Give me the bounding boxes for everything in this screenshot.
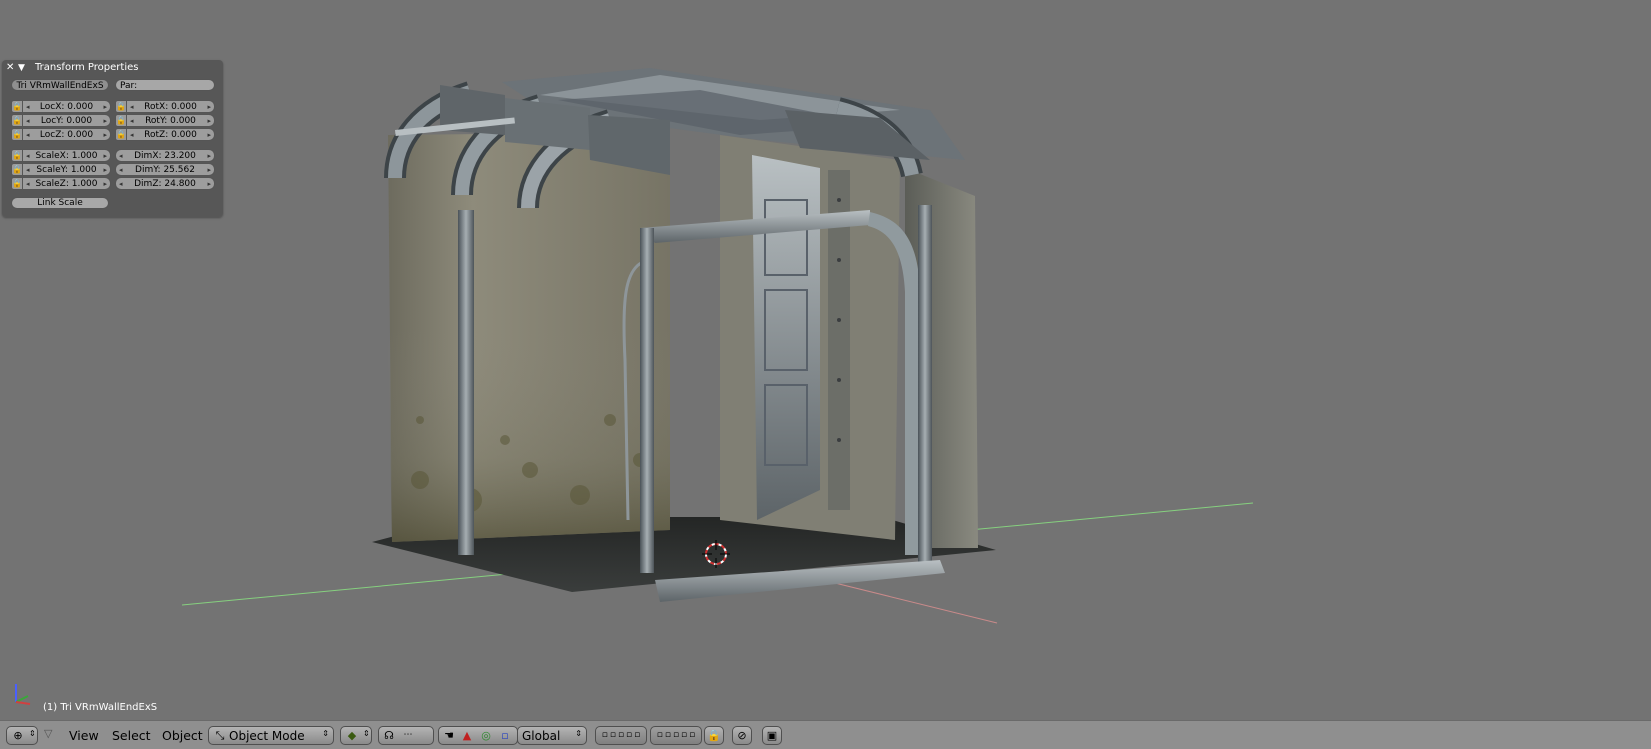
link-icon: ⊘ [737, 729, 747, 742]
lock-icon[interactable]: 🔒 [11, 163, 23, 176]
lock-layers-button[interactable]: 🔒 [704, 726, 724, 745]
scalex-field[interactable]: 🔒 ◂ ScaleX: 1.000 ▸ [11, 149, 111, 162]
axis-gizmo [15, 684, 31, 705]
dimy-field[interactable]: ◂ DimY: 25.562 ▸ [115, 163, 215, 176]
lock-icon[interactable]: 🔒 [11, 100, 23, 113]
lock-icon[interactable]: 🔒 [115, 128, 127, 141]
image-icon: ▣ [766, 729, 778, 742]
pivot-point-icon[interactable]: ☊ [380, 727, 398, 744]
updown-arrows-icon: ⇕ [575, 729, 582, 738]
layer-buttons-right[interactable]: ▫▫▫▫▫ [650, 726, 702, 745]
layer-grid-icon: ▫▫▫▫▫ [656, 730, 698, 740]
lock-icon[interactable]: 🔒 [115, 114, 127, 127]
collapse-menu-icon[interactable]: ▽ [44, 727, 52, 740]
dimx-field[interactable]: ◂ DimX: 23.200 ▸ [115, 149, 215, 162]
close-icon[interactable]: ✕ [6, 60, 14, 76]
manipulator-group[interactable]: ☚ ▲ ◎ ▫ [438, 726, 518, 745]
rotx-field[interactable]: 🔒 ◂ RotX: 0.000 ▸ [115, 100, 215, 113]
object-mode-icon: ⤡ [215, 729, 225, 742]
collapse-triangle-icon[interactable]: ▼ [18, 60, 25, 76]
menu-view[interactable]: View [69, 728, 99, 743]
layer-dots-icon[interactable]: ⋯ [399, 727, 417, 744]
updown-arrows-icon: ⇕ [363, 729, 370, 738]
locz-field[interactable]: 🔒 ◂ LocZ: 0.000 ▸ [11, 128, 111, 141]
scalez-field[interactable]: 🔒 ◂ ScaleZ: 1.000 ▸ [11, 177, 111, 190]
menu-select[interactable]: Select [112, 728, 151, 743]
translate-icon[interactable]: ▲ [458, 727, 476, 744]
lock-icon[interactable]: 🔒 [11, 114, 23, 127]
render-preview-button[interactable]: ▣ [762, 726, 782, 745]
object-name-field[interactable]: Tri VRmWallEndExS [11, 79, 109, 91]
menu-object[interactable]: Object [162, 728, 203, 743]
layer-grid-icon: ▫▫▫▫▫ [601, 730, 643, 740]
locx-field[interactable]: 🔒 ◂ LocX: 0.000 ▸ [11, 100, 111, 113]
textured-draw-icon: ◆ [347, 729, 357, 742]
locy-field[interactable]: 🔒 ◂ LocY: 0.000 ▸ [11, 114, 111, 127]
3d-viewport[interactable]: (1) Tri VRmWallEndExS ✕ ▼ Transform Prop… [0, 0, 1651, 720]
panel-header: ✕ ▼ Transform Properties [2, 60, 223, 76]
panel-title: Transform Properties [35, 62, 139, 73]
layer-buttons-left[interactable]: ▫▫▫▫▫ [595, 726, 647, 745]
draw-type-selector[interactable]: ◆ ⇕ [340, 726, 372, 745]
scene-render [181, 68, 1254, 624]
transform-properties-panel: ✕ ▼ Transform Properties Tri VRmWallEndE… [2, 60, 223, 217]
mode-selector[interactable]: ⤡ Object Mode ⇕ [208, 726, 334, 745]
editor-type-selector[interactable]: ⊕ ⇕ [6, 726, 38, 745]
hand-manipulator-icon[interactable]: ☚ [440, 727, 458, 744]
parent-field[interactable]: Par: [115, 79, 215, 91]
lock-icon[interactable]: 🔒 [11, 128, 23, 141]
scale-icon[interactable]: ▫ [496, 727, 514, 744]
rotate-icon[interactable]: ◎ [477, 727, 495, 744]
active-object-label: (1) Tri VRmWallEndExS [43, 702, 158, 713]
lock-icon[interactable]: 🔒 [11, 149, 23, 162]
rotz-field[interactable]: 🔒 ◂ RotZ: 0.000 ▸ [115, 128, 215, 141]
updown-arrows-icon: ⇕ [29, 729, 36, 738]
dimz-field[interactable]: ◂ DimZ: 24.800 ▸ [115, 177, 215, 190]
roty-field[interactable]: 🔒 ◂ RotY: 0.000 ▸ [115, 114, 215, 127]
link-button[interactable]: ⊘ [732, 726, 752, 745]
viewport-header: ⊕ ⇕ ▽ View Select Object ⤡ Object Mode ⇕… [0, 720, 1651, 749]
lock-icon: 🔒 [707, 729, 721, 742]
pivot-and-snap-group[interactable]: ☊ ⋯ [378, 726, 434, 745]
link-scale-button[interactable]: Link Scale [11, 197, 109, 209]
lock-icon[interactable]: 🔒 [11, 177, 23, 190]
3d-view-icon: ⊕ [13, 729, 23, 742]
scaley-field[interactable]: 🔒 ◂ ScaleY: 1.000 ▸ [11, 163, 111, 176]
updown-arrows-icon: ⇕ [322, 729, 329, 738]
orientation-selector[interactable]: Global ⇕ [517, 726, 587, 745]
lock-icon[interactable]: 🔒 [115, 100, 127, 113]
